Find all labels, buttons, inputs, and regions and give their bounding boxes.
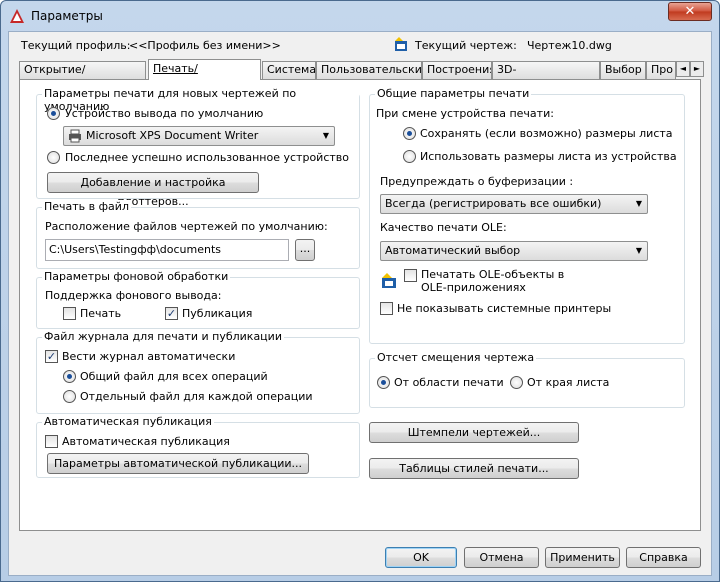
tab-plot-publish[interactable]: Печать/Публикация [148, 59, 261, 80]
current-profile-label: Текущий профиль: [21, 39, 131, 52]
ole-apps-label-line2[interactable]: OLE-приложениях [421, 281, 526, 294]
use-device-paper-radio[interactable] [403, 150, 416, 163]
plot-offset-group: Отсчет смещения чертежа От области печат… [369, 351, 685, 408]
tab-user-preferences[interactable]: Пользовательские [316, 61, 422, 79]
background-support-label: Поддержка фонового вывода: [45, 289, 222, 302]
add-plotters-button[interactable]: Добавление и настройка плоттеров... [47, 172, 259, 208]
spool-alerts-label: Предупреждать о буферизации : [380, 175, 574, 188]
last-device-radio-label[interactable]: Последнее успешно использованное устройс… [65, 151, 349, 164]
plot-style-tables-button[interactable]: Таблицы стилей печати... [369, 458, 579, 479]
general-options-group: Общие параметры печати При смене устройс… [369, 87, 685, 344]
hide-system-printers-label[interactable]: Не показывать системные принтеры [397, 302, 611, 315]
apply-button[interactable]: Применить [545, 547, 620, 568]
tab-open-save[interactable]: Открытие/Сохранение [19, 61, 146, 79]
plot-to-file-group: Печать в файл Расположение файлов чертеж… [36, 200, 360, 269]
plot-log-group: Файл журнала для печати и публикации ✓ В… [36, 330, 360, 414]
tab-selection[interactable]: Выбор [600, 61, 646, 79]
browse-button[interactable]: ... [295, 239, 315, 261]
current-drawing-label: Текущий чертеж: [415, 39, 517, 52]
tab-drafting[interactable]: Построения [422, 61, 492, 79]
offset-paper-edge-label[interactable]: От края листа [527, 376, 609, 389]
separate-log-label[interactable]: Отдельный файл для каждой операции [80, 390, 313, 403]
use-device-paper-label[interactable]: Использовать размеры листа из устройства [420, 150, 677, 163]
background-plot-label[interactable]: Печать [80, 307, 121, 320]
plot-offset-group-title: Отсчет смещения чертежа [375, 351, 537, 364]
plot-log-group-title: Файл журнала для печати и публикации [42, 330, 284, 343]
window-title: Параметры [31, 9, 103, 23]
device-default-radio[interactable] [47, 107, 60, 120]
background-processing-group: Параметры фоновой обработки Поддержка фо… [36, 270, 360, 329]
autopublish-checkbox[interactable] [45, 435, 58, 448]
default-output-group: Параметры печати для новых чертежей по у… [36, 87, 360, 208]
close-button[interactable]: ✕ [668, 2, 712, 21]
chevron-down-icon: ▼ [635, 246, 642, 255]
background-processing-group-title: Параметры фоновой обработки [42, 270, 231, 283]
device-default-radio-label[interactable]: Устройство вывода по умолчанию [65, 107, 263, 120]
ole-quality-value: Автоматический выбор [385, 244, 521, 257]
ok-button[interactable]: OK [385, 547, 457, 568]
last-device-radio[interactable] [47, 151, 60, 164]
autopublish-label[interactable]: Автоматическая публикация [62, 435, 230, 448]
current-drawing-value: Чертеж10.dwg [527, 39, 612, 52]
keep-paper-size-radio[interactable] [403, 127, 416, 140]
tab-scroll-right-button[interactable]: ► [690, 61, 704, 77]
plot-publish-panel: Параметры печати для новых чертежей по у… [19, 79, 701, 531]
shared-log-radio[interactable] [63, 370, 76, 383]
ole-quality-label: Качество печати OLE: [380, 221, 507, 234]
help-button[interactable]: Справка [626, 547, 701, 568]
options-dialog: Параметры ✕ Текущий профиль: <<Профиль б… [0, 0, 720, 582]
hide-system-printers-checkbox[interactable] [380, 302, 393, 315]
cancel-button[interactable]: Отмена [464, 547, 539, 568]
on-device-change-label: При смене устройства печати: [376, 107, 554, 120]
ole-apps-label-line1[interactable]: Печатать OLE-объекты в [421, 268, 564, 281]
file-location-label: Расположение файлов чертежей по умолчани… [45, 220, 328, 233]
ole-object-icon [382, 273, 396, 288]
file-location-input[interactable]: C:\Users\Testingфф\documents [45, 239, 289, 261]
autopublish-settings-button[interactable]: Параметры автоматической публикации... [47, 453, 309, 474]
autopublish-group: Автоматическая публикация Автоматическая… [36, 415, 360, 478]
plot-to-file-group-title: Печать в файл [42, 200, 131, 213]
shared-log-label[interactable]: Общий файл для всех операций [80, 370, 268, 383]
current-profile-value: <<Профиль без имени>> [129, 39, 281, 52]
background-plot-checkbox[interactable] [63, 307, 76, 320]
auto-log-checkbox[interactable]: ✓ [45, 350, 58, 363]
keep-paper-size-label[interactable]: Сохранять (если возможно) размеры листа [420, 127, 673, 140]
output-device-combo[interactable]: Microsoft XPS Document Writer ▼ [63, 126, 335, 146]
background-publish-label[interactable]: Публикация [182, 307, 252, 320]
offset-printable-area-radio[interactable] [377, 376, 390, 389]
tab-profiles-partial[interactable]: Про [646, 61, 676, 79]
autocad-app-icon [10, 9, 24, 23]
plot-stamp-button[interactable]: Штемпели чертежей... [369, 422, 579, 443]
ole-apps-checkbox[interactable] [404, 269, 417, 282]
ole-quality-combo[interactable]: Автоматический выбор ▼ [380, 241, 648, 261]
printer-icon [69, 129, 81, 143]
separate-log-radio[interactable] [63, 390, 76, 403]
tab-3d-modeling[interactable]: 3D-моделирование [492, 61, 600, 79]
title-bar: Параметры ✕ [1, 1, 719, 31]
offset-paper-edge-radio[interactable] [510, 376, 523, 389]
background-publish-checkbox[interactable]: ✓ [165, 307, 178, 320]
drawing-file-icon [395, 37, 407, 51]
spool-alerts-value: Всегда (регистрировать все ошибки) [385, 197, 602, 210]
chevron-down-icon: ▼ [322, 131, 329, 140]
dialog-client: Текущий профиль: <<Профиль без имени>> Т… [8, 31, 712, 576]
general-options-group-title: Общие параметры печати [375, 87, 532, 100]
tab-plot-publish-label: Печать/Публикация [153, 62, 198, 75]
tab-scroll-left-button[interactable]: ◄ [676, 61, 690, 77]
chevron-down-icon: ▼ [635, 199, 642, 208]
offset-printable-area-label[interactable]: От области печати [394, 376, 504, 389]
output-device-value: Microsoft XPS Document Writer [86, 129, 259, 142]
tab-system[interactable]: Система [262, 61, 316, 79]
spool-alerts-combo[interactable]: Всегда (регистрировать все ошибки) ▼ [380, 194, 648, 214]
autopublish-group-title: Автоматическая публикация [42, 415, 214, 428]
auto-log-label[interactable]: Вести журнал автоматически [62, 350, 235, 363]
